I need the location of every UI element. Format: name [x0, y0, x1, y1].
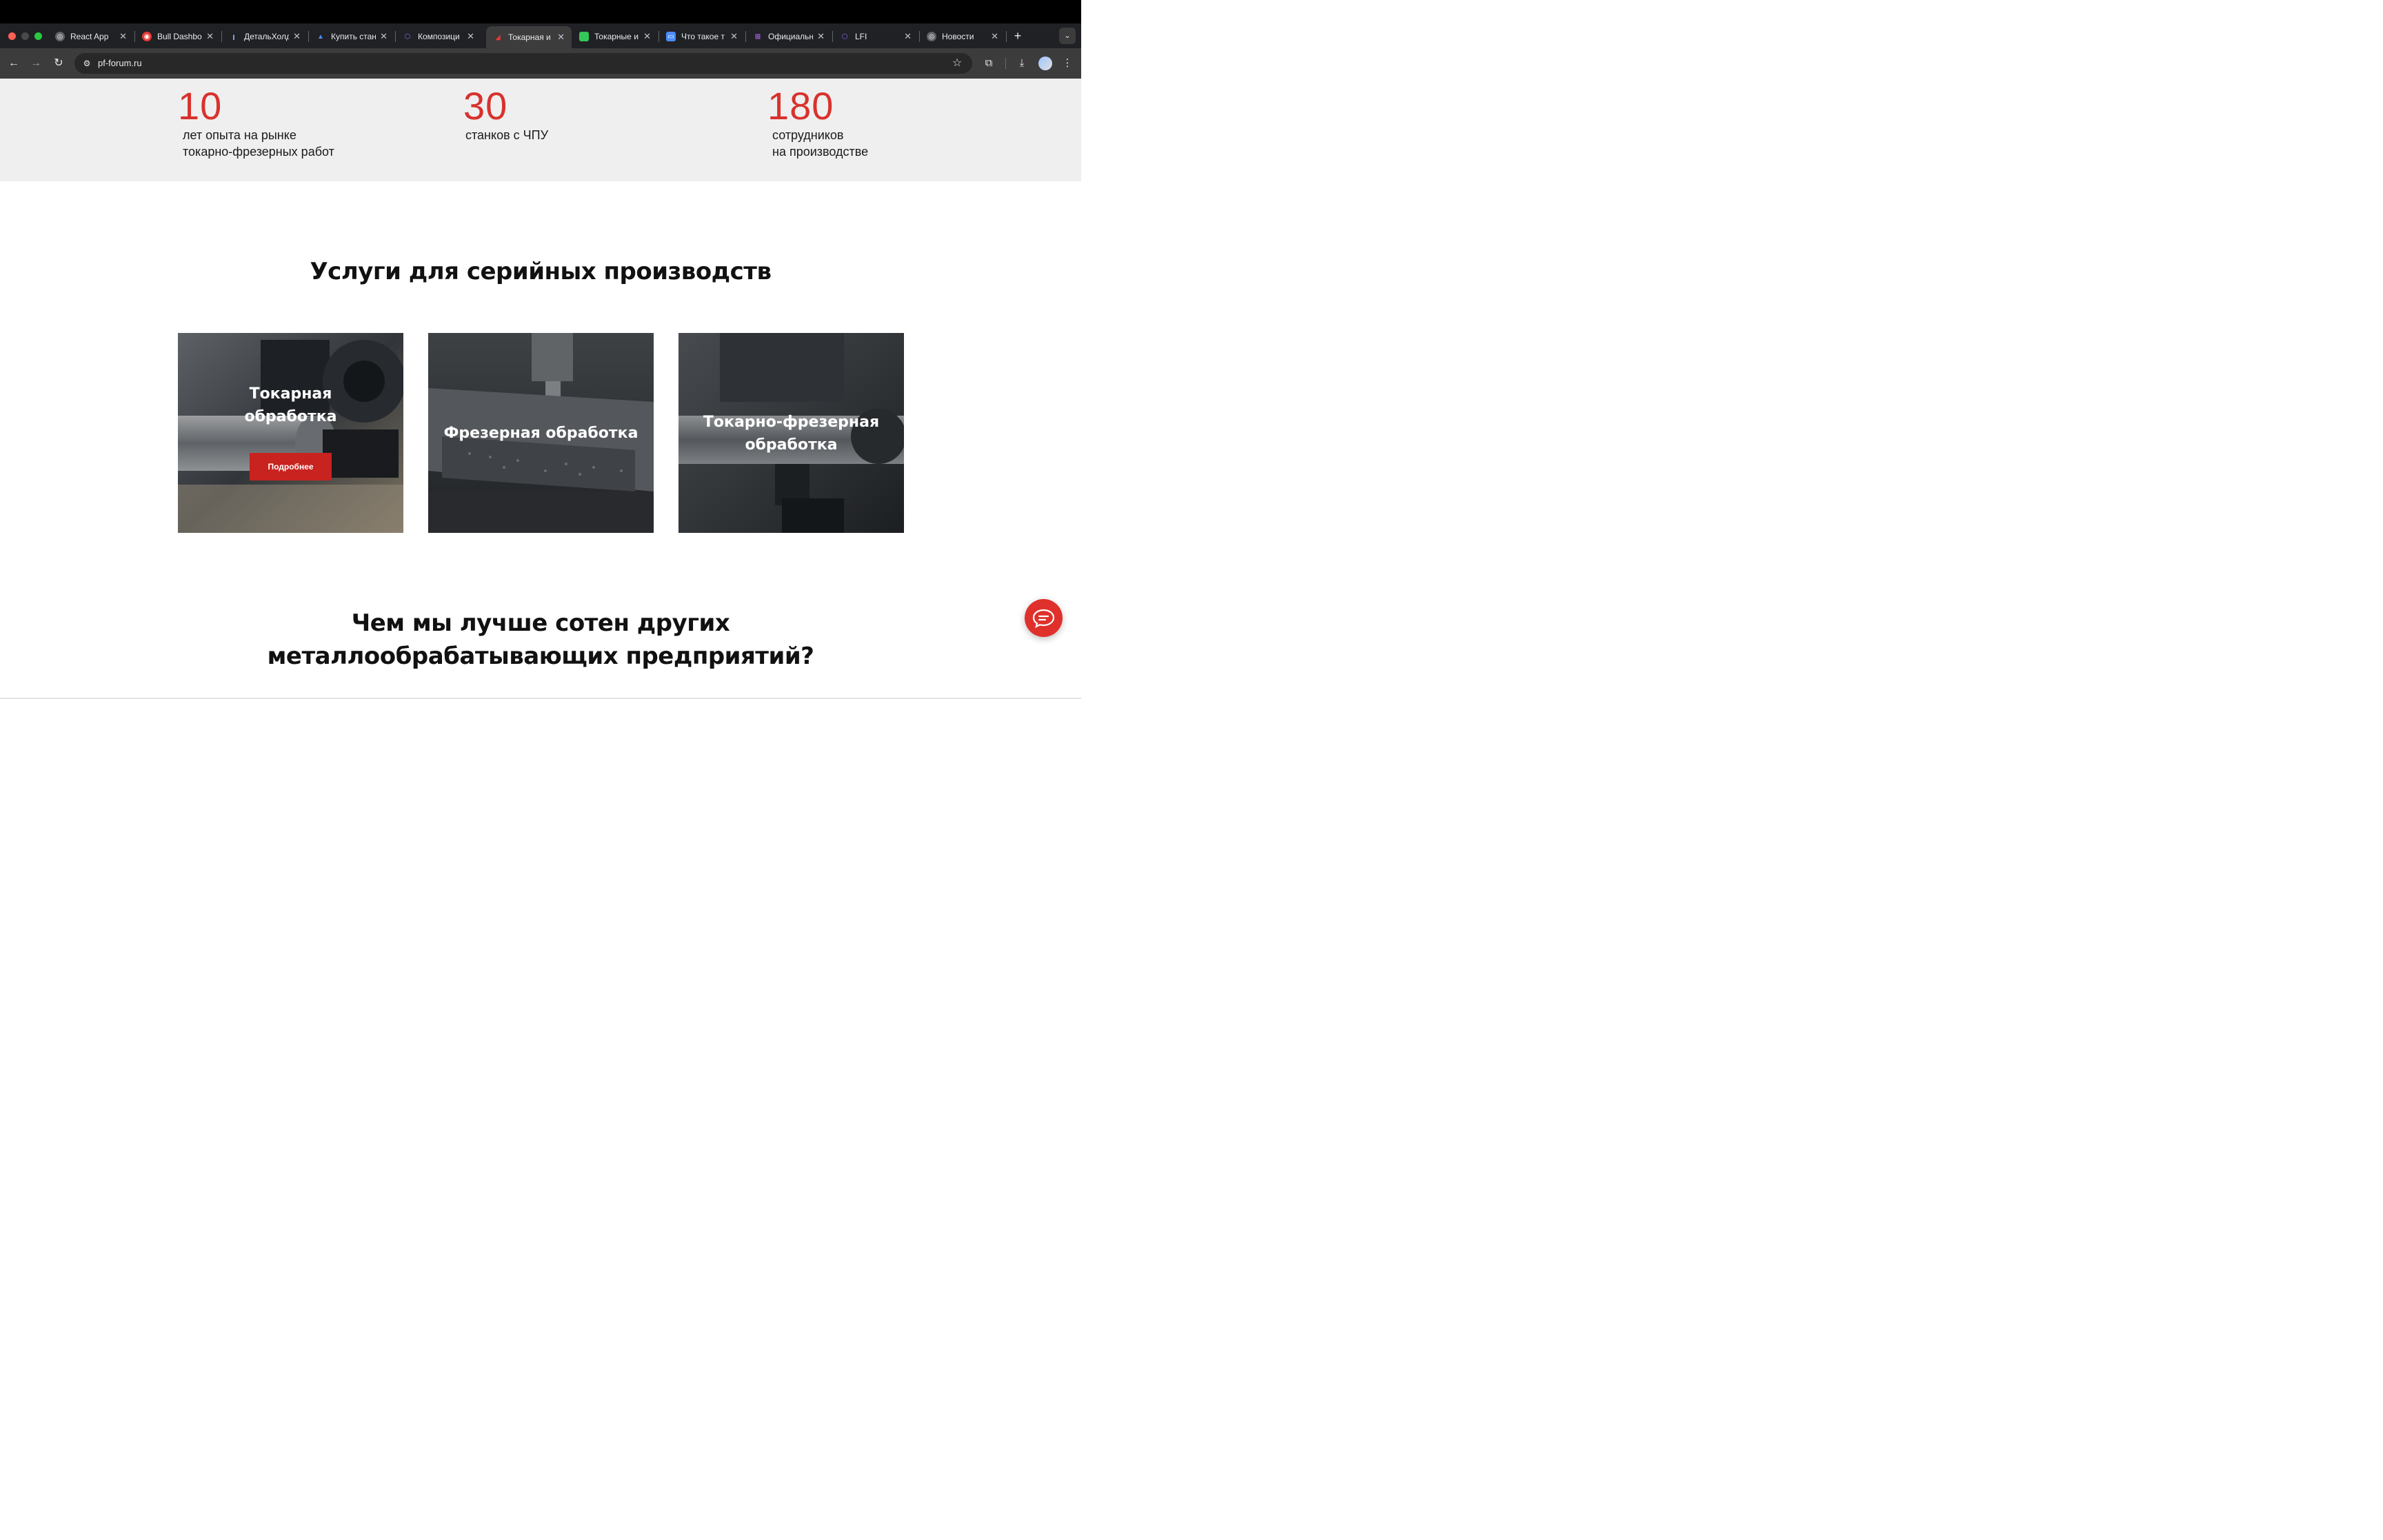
- detal-icon: ꞁ: [232, 32, 235, 41]
- screen-top-bar: [0, 0, 1081, 23]
- tab-official[interactable]: ⊞ Официальн ✕: [746, 27, 832, 46]
- chat-widget-button[interactable]: [1025, 599, 1063, 637]
- extensions-icon[interactable]: ⧉: [981, 55, 997, 72]
- tab-title: Токарная и: [508, 32, 551, 42]
- tab-close-icon[interactable]: ✕: [643, 31, 651, 42]
- tab-title: Новости: [942, 32, 974, 41]
- stat-number-machines: 30: [463, 84, 508, 128]
- tab-close-icon[interactable]: ✕: [557, 32, 565, 43]
- tab-close-icon[interactable]: ✕: [293, 31, 301, 42]
- tab-detalholding[interactable]: ꞁ ДетальХолд ✕: [222, 27, 308, 46]
- minimize-window-button[interactable]: [21, 32, 29, 40]
- chat-bubble-icon: [1032, 609, 1055, 629]
- reload-button[interactable]: ↻: [50, 55, 67, 72]
- stat-number-years: 10: [178, 84, 223, 128]
- tab-close-icon[interactable]: ✕: [119, 31, 127, 42]
- download-icon[interactable]: ⤓: [1014, 55, 1030, 72]
- stat-text-employees: сотрудников на производстве: [772, 128, 869, 159]
- tab-close-icon[interactable]: ✕: [904, 31, 912, 42]
- section-divider: [0, 698, 1081, 699]
- services-title: Услуги для серийных производств: [310, 258, 772, 285]
- tab-tokarnaya-active[interactable]: ◢ Токарная и ✕: [486, 26, 572, 48]
- service-card-milling[interactable]: Фрезерная обработка: [428, 333, 654, 533]
- tab-title: LFI: [855, 32, 867, 41]
- hexagon-icon: ⬡: [841, 32, 848, 41]
- tab-title: Официальн: [768, 32, 814, 41]
- address-bar[interactable]: [74, 53, 972, 74]
- tab-close-icon[interactable]: ✕: [817, 31, 825, 42]
- stat-text-years: лет опыта на рынке токарно-фрезерных раб…: [183, 128, 334, 159]
- maximize-window-button[interactable]: [34, 32, 42, 40]
- tab-title: ДетальХолд: [244, 32, 290, 41]
- tab-react-app[interactable]: ◎ React App ✕: [48, 27, 134, 46]
- stat-text-machines: станков с ЧПУ: [465, 128, 549, 142]
- tab-title: Композици: [418, 32, 460, 41]
- arrow-logo-icon: ▲: [317, 32, 324, 41]
- more-details-button[interactable]: Подробнее: [250, 453, 332, 480]
- advantages-title-line2: металлообрабатывающих предприятий?: [267, 642, 814, 670]
- tab-title: React App: [70, 32, 109, 41]
- globe-icon: ◎: [927, 32, 936, 41]
- tab-tokarnye[interactable]: Токарные и ✕: [572, 27, 658, 46]
- tab-close-icon[interactable]: ✕: [467, 31, 474, 42]
- tab-title: Купить стан: [331, 32, 376, 41]
- service-card-title: Фрезерная обработка: [443, 425, 639, 442]
- service-card-turning[interactable]: Токарная обработка Подробнее: [178, 333, 403, 533]
- service-card-title: Токарная обработка: [244, 385, 337, 425]
- tab-title: Bull Dashbo: [157, 32, 202, 41]
- service-card-title: Токарно-фрезерная обработка: [703, 414, 880, 454]
- green-square-icon: [579, 32, 589, 41]
- back-button[interactable]: ←: [6, 55, 22, 72]
- tab-search-button[interactable]: ⌄: [1059, 28, 1076, 44]
- tab-buy-machine[interactable]: ▲ Купить стан ✕: [309, 27, 394, 46]
- tab-close-icon[interactable]: ✕: [206, 31, 214, 42]
- globe-icon: ◎: [55, 32, 65, 41]
- advantages-title-line1: Чем мы лучше сотен других: [351, 609, 730, 637]
- bookmark-star-icon[interactable]: ☆: [950, 55, 964, 72]
- browser-menu-icon[interactable]: ⋮: [1059, 55, 1076, 72]
- tab-close-icon[interactable]: ✕: [380, 31, 388, 42]
- tab-close-icon[interactable]: ✕: [730, 31, 738, 42]
- tab-bull-dashboard[interactable]: ◉ Bull Dashbo ✕: [135, 27, 221, 46]
- tab-close-icon[interactable]: ✕: [991, 31, 998, 42]
- card-icon: ▭: [666, 32, 676, 41]
- tab-title: Токарные и: [594, 32, 639, 41]
- service-card-turning-milling[interactable]: Токарно-фрезерная обработка: [678, 333, 904, 533]
- tab-chto-takoe[interactable]: ▭ Что такое т ✕: [659, 27, 745, 46]
- close-window-button[interactable]: [8, 32, 16, 40]
- grid-icon: ⊞: [754, 32, 761, 41]
- card-overlay: [178, 333, 403, 533]
- profile-avatar[interactable]: [1038, 57, 1052, 70]
- site-settings-icon[interactable]: ⚙: [81, 57, 93, 70]
- target-icon: ◉: [142, 32, 152, 41]
- pf-logo-icon: ◢: [495, 33, 501, 41]
- tab-title: Что такое т: [681, 32, 725, 41]
- tab-news[interactable]: ◎ Новости ✕: [920, 27, 1005, 46]
- tab-composition[interactable]: ⬡ Композици ✕: [396, 27, 481, 46]
- tab-lfi[interactable]: ⬡ LFI ✕: [833, 27, 918, 46]
- toolbar-separator: [1005, 58, 1006, 69]
- address-bar-url[interactable]: pf-forum.ru: [98, 58, 142, 68]
- forward-button[interactable]: →: [28, 55, 44, 72]
- tab-separator: [1006, 31, 1007, 42]
- stat-number-employees: 180: [767, 84, 834, 128]
- hexagon-icon: ⬡: [404, 32, 411, 41]
- new-tab-button[interactable]: +: [1010, 28, 1025, 43]
